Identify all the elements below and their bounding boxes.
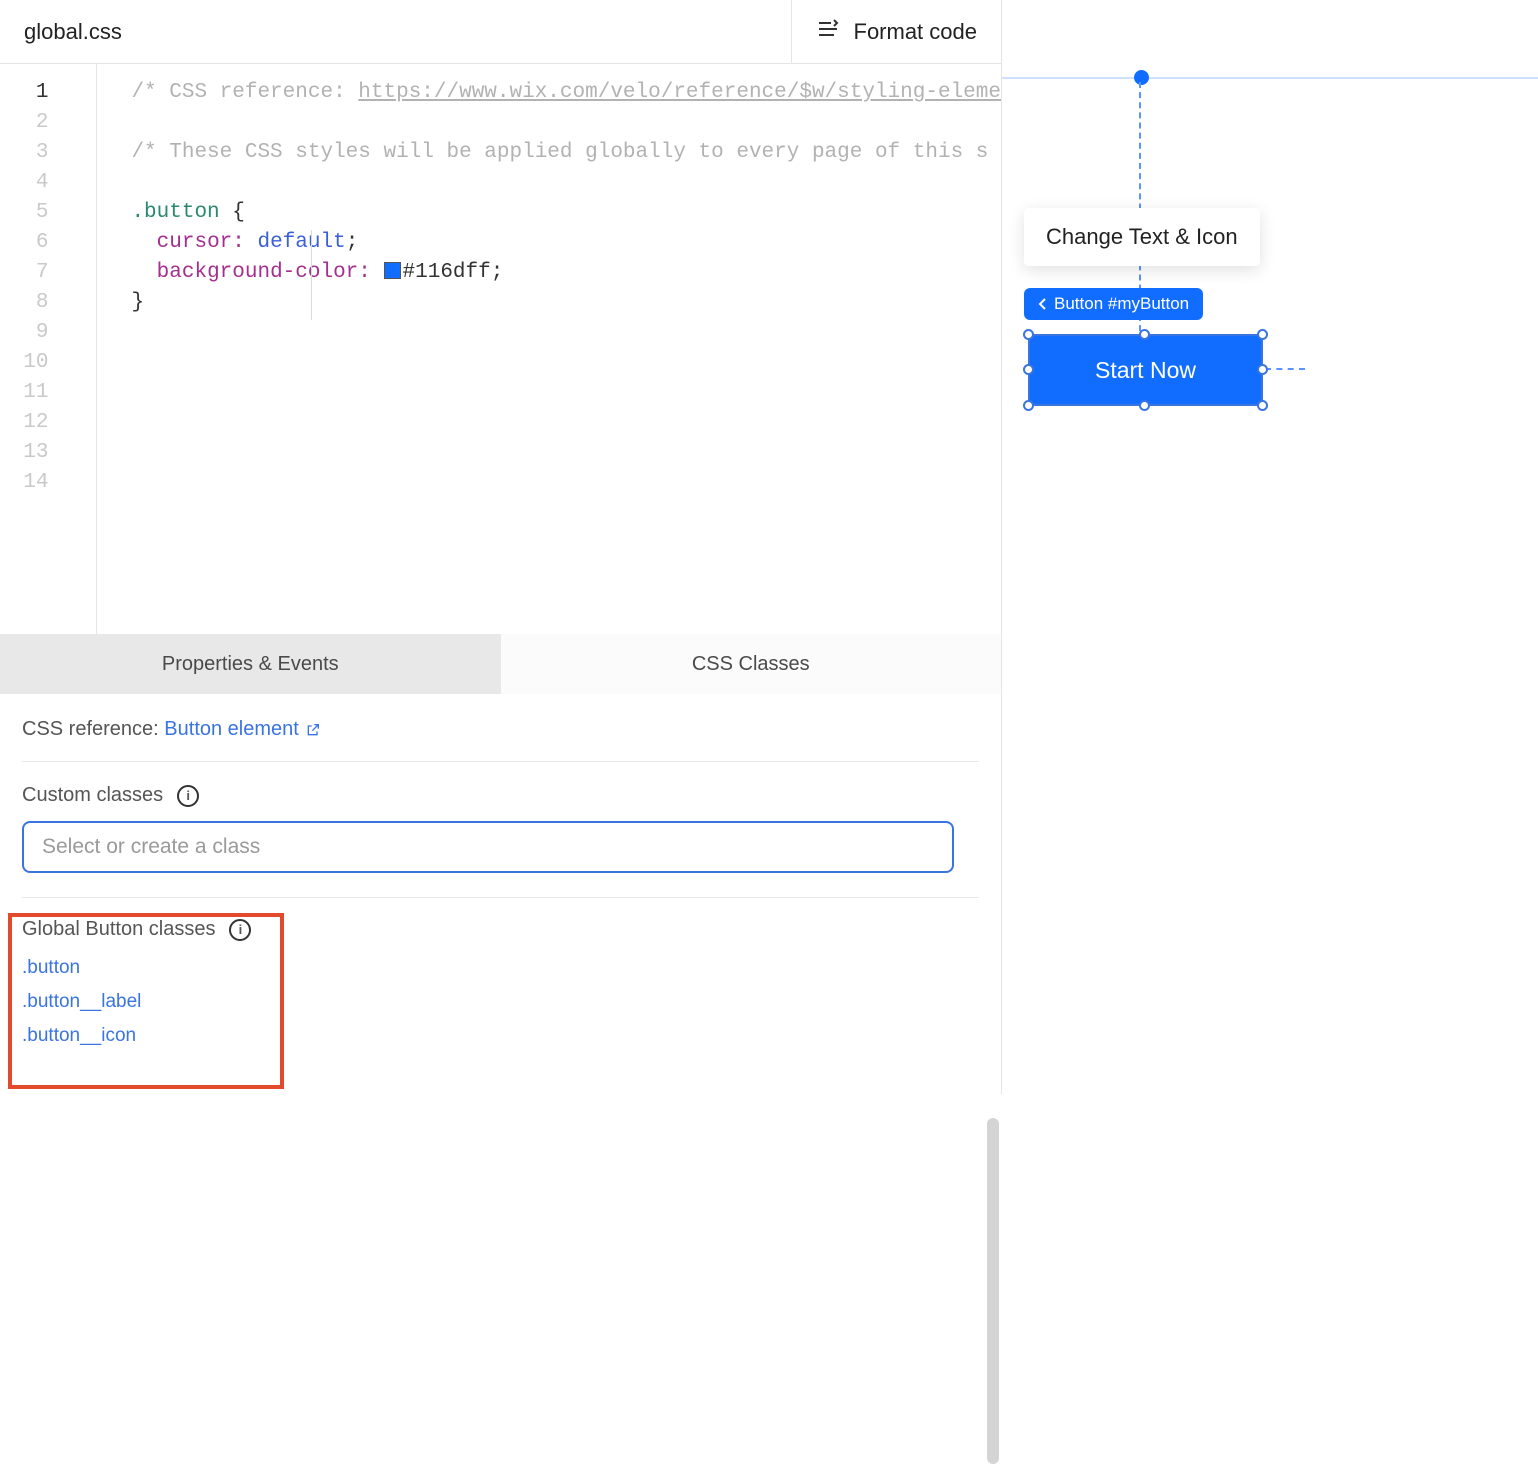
css-reference-row: CSS reference: Button element xyxy=(22,710,979,762)
guide-line-horizontal xyxy=(1265,368,1305,370)
line-gutter: 1234567891011121314 xyxy=(0,64,97,634)
code-comment: /* These CSS styles will be applied glob… xyxy=(131,141,988,164)
code-editor-pane: global.css Format code 12345678910111213… xyxy=(0,0,1002,1094)
tab-properties-events[interactable]: Properties & Events xyxy=(0,634,501,694)
editor-toolbar: global.css Format code xyxy=(0,0,1001,64)
selection-handle[interactable] xyxy=(1023,400,1034,411)
format-icon xyxy=(816,17,840,47)
code-selector: .button xyxy=(131,201,219,224)
line-number: 12 xyxy=(0,408,96,438)
ruler-handle[interactable] xyxy=(1134,70,1149,85)
line-number: 8 xyxy=(0,288,96,318)
tab-css-classes[interactable]: CSS Classes xyxy=(501,634,1002,694)
line-number: 7 xyxy=(0,258,96,288)
code-editor[interactable]: 1234567891011121314 /* CSS reference: ht… xyxy=(0,64,1001,634)
line-number: 3 xyxy=(0,138,96,168)
format-code-button[interactable]: Format code xyxy=(791,0,1002,63)
custom-classes-row: Custom classes i xyxy=(22,762,979,821)
line-number: 13 xyxy=(0,438,96,468)
preview-button[interactable]: Start Now xyxy=(1028,334,1263,406)
selection-handle[interactable] xyxy=(1257,364,1268,375)
format-code-label: Format code xyxy=(854,19,978,45)
line-number: 2 xyxy=(0,108,96,138)
info-icon[interactable]: i xyxy=(177,785,199,807)
scrollbar[interactable] xyxy=(987,1118,999,1464)
line-number: 14 xyxy=(0,468,96,498)
code-value: #116dff xyxy=(403,261,491,284)
css-reference-label: CSS reference: xyxy=(22,718,159,740)
line-number: 4 xyxy=(0,168,96,198)
bottom-panel: Properties & Events CSS Classes CSS refe… xyxy=(0,634,1001,1094)
code-property: cursor: xyxy=(157,231,245,254)
global-classes-row: Global Button classes i xyxy=(22,898,979,951)
selection-handle[interactable] xyxy=(1257,329,1268,340)
chevron-left-icon xyxy=(1038,298,1048,310)
custom-class-input[interactable] xyxy=(22,821,954,873)
line-number: 5 xyxy=(0,198,96,228)
color-swatch[interactable] xyxy=(384,262,401,279)
line-number: 10 xyxy=(0,348,96,378)
code-property: background-color: xyxy=(157,261,371,284)
code-comment: /* CSS reference: xyxy=(131,81,358,104)
custom-classes-label: Custom classes xyxy=(22,784,163,807)
code-value: default xyxy=(257,231,345,254)
button-element-link[interactable]: Button element xyxy=(164,718,321,741)
line-number: 1 xyxy=(0,78,96,108)
selection-handle[interactable] xyxy=(1139,400,1150,411)
selection-handle[interactable] xyxy=(1257,400,1268,411)
ruler[interactable] xyxy=(1002,74,1538,82)
global-classes-list: .button.button__label.button__icon xyxy=(22,951,979,1053)
change-text-icon-tooltip[interactable]: Change Text & Icon xyxy=(1024,208,1260,266)
line-number: 11 xyxy=(0,378,96,408)
line-number: 9 xyxy=(0,318,96,348)
selection-handle[interactable] xyxy=(1023,364,1034,375)
filename-label: global.css xyxy=(0,19,122,45)
info-icon[interactable]: i xyxy=(229,919,251,941)
external-link-icon xyxy=(305,722,321,738)
panel-body: CSS reference: Button element Custom cla… xyxy=(0,694,1001,1094)
global-class-item[interactable]: .button xyxy=(22,951,979,985)
code-link[interactable]: https://www.wix.com/velo/reference/$w/st… xyxy=(358,81,1001,104)
line-number: 6 xyxy=(0,228,96,258)
global-classes-label: Global Button classes xyxy=(22,918,215,941)
element-breadcrumb[interactable]: Button #myButton xyxy=(1024,288,1203,320)
selection-handle[interactable] xyxy=(1023,329,1034,340)
global-class-item[interactable]: .button__label xyxy=(22,985,979,1019)
panel-tabs: Properties & Events CSS Classes xyxy=(0,634,1001,694)
global-class-item[interactable]: .button__icon xyxy=(22,1019,979,1053)
indent-guide xyxy=(311,230,312,320)
code-content[interactable]: /* CSS reference: https://www.wix.com/ve… xyxy=(97,64,1001,634)
selection-handle[interactable] xyxy=(1139,329,1150,340)
